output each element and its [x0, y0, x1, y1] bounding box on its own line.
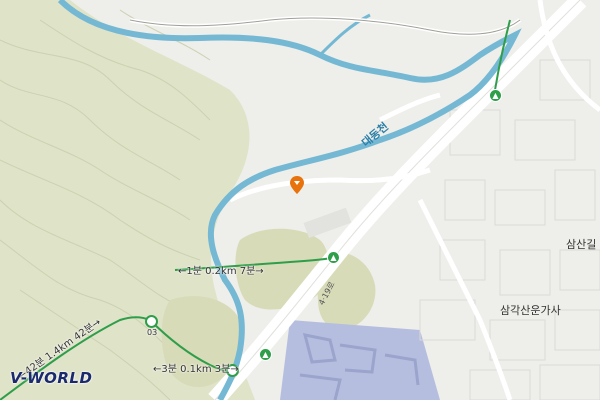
place-label-partial: 삼산길: [566, 238, 597, 251]
map-canvas[interactable]: ▲ ▲ ▲ 03 대동천 4·19로 삼각산운가사 삼산길 ←1분 0.2km …: [0, 0, 600, 400]
place-label-temple: 삼각산운가사: [500, 304, 561, 317]
trail-waypoint-icon[interactable]: [145, 315, 158, 328]
trail-segment-label: ←3분 0.1km 3분→: [153, 364, 239, 375]
trail-direction-icon[interactable]: ▲: [259, 348, 272, 361]
map-base-layer: [0, 0, 600, 400]
location-marker-icon[interactable]: [290, 176, 304, 194]
trail-direction-icon[interactable]: ▲: [327, 251, 340, 264]
trail-segment-label: ←1분 0.2km 7분→: [178, 266, 264, 277]
waypoint-label: 03: [147, 328, 158, 337]
vworld-logo: V-WORLD: [10, 369, 93, 387]
trail-direction-icon[interactable]: ▲: [489, 89, 502, 102]
